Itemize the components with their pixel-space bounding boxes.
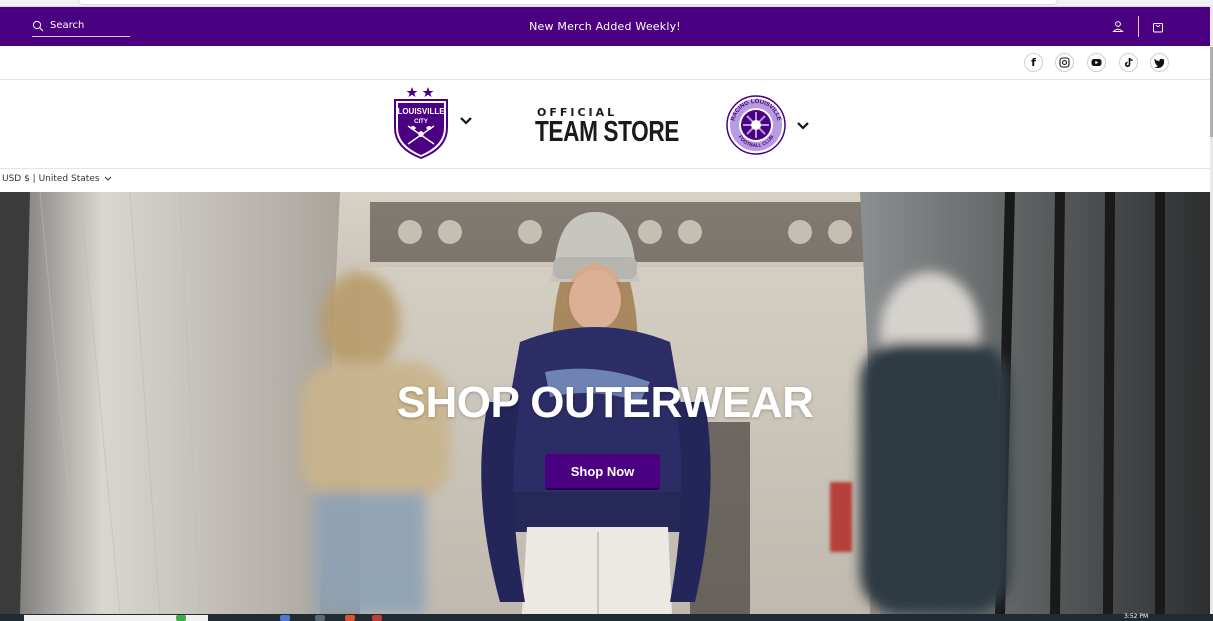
chevron-down-icon[interactable] xyxy=(459,116,473,126)
os-taskbar: 3:52 PM xyxy=(0,613,1213,621)
app-icon[interactable] xyxy=(176,615,186,621)
shopping-bag-icon[interactable] xyxy=(1152,20,1164,33)
tiktok-icon[interactable] xyxy=(1119,53,1138,72)
app-icon[interactable] xyxy=(280,615,290,621)
currency-selector[interactable]: USD $ | United States xyxy=(2,174,112,184)
svg-text:LOUISVILLE: LOUISVILLE xyxy=(397,107,445,116)
svg-text:CITY: CITY xyxy=(414,119,428,125)
hero-banner: SHOP OUTERWEAR Shop Now xyxy=(0,192,1210,614)
store-title[interactable]: TEAM STORE xyxy=(535,116,679,149)
app-icon[interactable] xyxy=(372,615,382,621)
announcement-bar: New Merch Added Weekly! xyxy=(0,7,1210,46)
app-icon[interactable] xyxy=(315,615,325,621)
store-header: LOUISVILLE CITY OFFICIAL TEAM STORE RACI… xyxy=(0,80,1210,169)
announcement-text: New Merch Added Weekly! xyxy=(529,20,681,33)
app-icon[interactable] xyxy=(345,615,355,621)
louisville-city-logo[interactable]: LOUISVILLE CITY xyxy=(390,84,452,160)
person-icon[interactable] xyxy=(1112,20,1124,33)
taskbar-clock[interactable]: 3:52 PM xyxy=(1124,613,1148,620)
twitter-icon[interactable] xyxy=(1150,53,1169,72)
hero-title: SHOP OUTERWEAR xyxy=(396,378,814,427)
currency-label: USD $ | United States xyxy=(2,174,100,184)
browser-tab-strip xyxy=(0,0,1213,7)
facebook-icon[interactable]: f xyxy=(1024,53,1043,72)
chevron-down-icon xyxy=(104,176,111,181)
racing-louisville-logo[interactable]: RACING LOUISVILLE FOOTBALL CLUB xyxy=(726,95,786,155)
shop-now-button[interactable]: Shop Now xyxy=(545,454,660,488)
address-bar-edge xyxy=(78,0,1058,5)
instagram-icon[interactable] xyxy=(1055,53,1074,72)
header-divider xyxy=(1138,16,1139,37)
youtube-icon[interactable] xyxy=(1087,53,1106,72)
chevron-down-icon[interactable] xyxy=(796,121,810,131)
social-links-bar: f xyxy=(0,46,1210,80)
